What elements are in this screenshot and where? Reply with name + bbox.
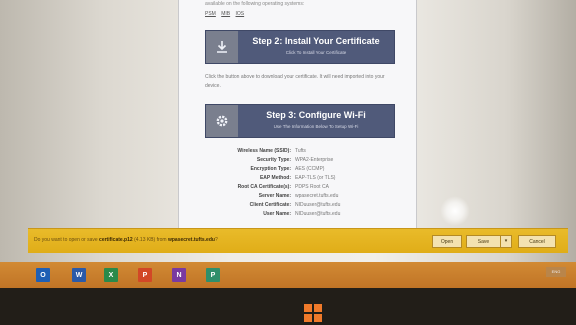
configure-wifi-button[interactable]: Step 3: Configure Wi-Fi Use The Informat…: [205, 104, 395, 138]
install-certificate-button[interactable]: Step 2: Install Your Certificate Click T…: [205, 30, 395, 64]
cancel-button[interactable]: Cancel: [518, 235, 556, 248]
detail-row: Wireless Name (SSID): Tufts: [199, 146, 414, 155]
os-link-mib[interactable]: MIB: [221, 11, 230, 17]
step2-title: Step 2: Install Your Certificate: [252, 36, 380, 46]
taskbar: O W X P N P: [0, 262, 576, 288]
detail-row: Client Certificate: NIDuuser@tufts.edu: [199, 200, 414, 209]
step2-subtitle: Click To Install Your Certificate: [285, 50, 347, 55]
detail-value: wpasecret.tufts.edu: [295, 192, 339, 199]
outlook-icon[interactable]: O: [36, 268, 50, 282]
detail-row: Encryption Type: AES (CCMP): [199, 164, 414, 173]
download-notification-bar: Do you want to open or save certificate.…: [28, 228, 568, 253]
screen-glare: [440, 196, 470, 226]
download-size: (4.13 KB) from: [134, 237, 167, 243]
windows-logo-icon[interactable]: [304, 304, 323, 323]
word-icon[interactable]: W: [72, 268, 86, 282]
os-links: PSM MIB IOS: [205, 11, 248, 17]
excel-icon[interactable]: X: [104, 268, 118, 282]
download-instructions: Click the button above to download your …: [205, 74, 385, 89]
gear-icon: [206, 105, 238, 137]
powerpoint-icon[interactable]: P: [138, 268, 152, 282]
detail-value: Tufts: [295, 147, 306, 154]
detail-value: EAP-TLS (or TLS): [295, 174, 336, 181]
cancel-label: Cancel: [529, 238, 545, 245]
detail-key: Security Type:: [256, 156, 291, 163]
detail-key: Encryption Type:: [250, 165, 291, 172]
detail-key: Server Name:: [258, 192, 291, 199]
detail-value: PDPS Root CA: [295, 183, 329, 190]
detail-value: AES (CCMP): [295, 165, 325, 172]
detail-value: NIDuuser@tufts.edu: [295, 201, 341, 208]
download-filename: certificate.p12: [99, 237, 133, 243]
download-message: Do you want to open or save certificate.…: [34, 237, 218, 243]
os-availability-text: available on the following operating sys…: [205, 1, 305, 7]
detail-row: Root CA Certificate(s): PDPS Root CA: [199, 182, 414, 191]
os-link-psm[interactable]: PSM: [205, 11, 216, 17]
certificate-setup-page: available on the following operating sys…: [178, 0, 417, 235]
download-prefix: Do you want to open or save: [34, 237, 98, 243]
detail-key: Client Certificate:: [249, 201, 291, 208]
detail-row: Server Name: wpasecret.tufts.edu: [199, 191, 414, 200]
detail-row: EAP Method: EAP-TLS (or TLS): [199, 173, 414, 182]
download-icon: [206, 31, 238, 63]
download-host: wpasecret.tufts.edu: [167, 237, 215, 243]
wifi-details-table: Wireless Name (SSID): Tufts Security Type…: [199, 146, 414, 218]
open-label: Open: [440, 238, 454, 245]
detail-key: EAP Method:: [259, 174, 291, 181]
save-button[interactable]: Save ▾: [466, 235, 512, 248]
detail-row: Security Type: WPA2-Enterprise: [199, 155, 414, 164]
detail-key: Wireless Name (SSID):: [237, 147, 291, 154]
detail-value: NIDuuser@tufts.edu: [295, 210, 341, 217]
device-bezel: [0, 288, 576, 325]
detail-value: WPA2-Enterprise: [295, 156, 334, 163]
screen: available on the following operating sys…: [0, 0, 576, 262]
publisher-icon[interactable]: P: [206, 268, 220, 282]
chevron-down-icon[interactable]: ▾: [500, 236, 511, 247]
detail-key: Root CA Certificate(s):: [237, 183, 291, 190]
open-button[interactable]: Open: [432, 235, 462, 248]
step3-title: Step 3: Configure Wi-Fi: [266, 110, 366, 120]
onenote-icon[interactable]: N: [172, 268, 186, 282]
tray-indicator[interactable]: ENG: [546, 267, 566, 277]
detail-key: User Name:: [263, 210, 291, 217]
download-suffix: ?: [214, 237, 218, 243]
os-link-ios[interactable]: IOS: [236, 11, 245, 17]
detail-row: User Name: NIDuuser@tufts.edu: [199, 209, 414, 218]
save-label: Save: [477, 238, 490, 245]
step3-subtitle: Use The Information Below To Setup Wi-Fi: [273, 124, 359, 129]
